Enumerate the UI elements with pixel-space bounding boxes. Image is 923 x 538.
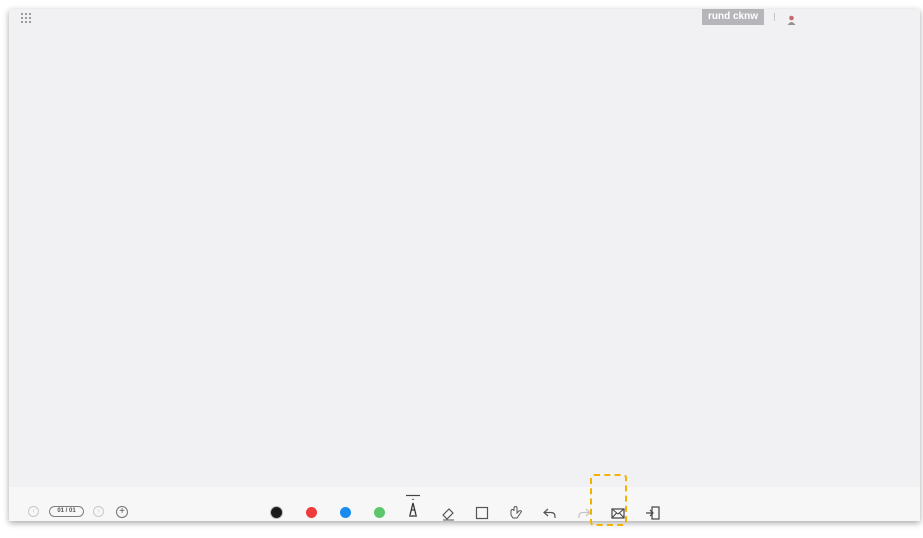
drawing-canvas[interactable]	[9, 27, 920, 487]
page-indicator: 01 / 01	[49, 506, 84, 517]
header-divider	[774, 13, 775, 21]
pen-icon[interactable]	[405, 494, 421, 517]
color-green-button[interactable]	[374, 507, 385, 518]
undo-icon[interactable]	[542, 505, 558, 521]
chevron-right-icon[interactable]: ›	[93, 506, 104, 517]
whiteboard-window: rund cknw ‹ 01 / 01 › +	[9, 9, 920, 521]
exit-icon[interactable]	[645, 505, 661, 521]
username-label: rund cknw	[702, 9, 764, 25]
color-black-button[interactable]	[270, 506, 283, 519]
highlight-annotation	[590, 474, 627, 526]
chevron-left-icon[interactable]: ‹	[28, 506, 39, 517]
color-red-button[interactable]	[306, 507, 317, 518]
add-page-icon[interactable]: +	[116, 506, 128, 518]
gesture-icon[interactable]	[508, 505, 524, 521]
bottom-toolbar: ‹ 01 / 01 › +	[9, 487, 920, 521]
apps-grid-icon[interactable]	[21, 13, 31, 23]
square-icon[interactable]	[474, 505, 490, 521]
eraser-icon[interactable]	[440, 505, 456, 521]
user-icon[interactable]	[787, 12, 796, 25]
color-blue-button[interactable]	[340, 507, 351, 518]
